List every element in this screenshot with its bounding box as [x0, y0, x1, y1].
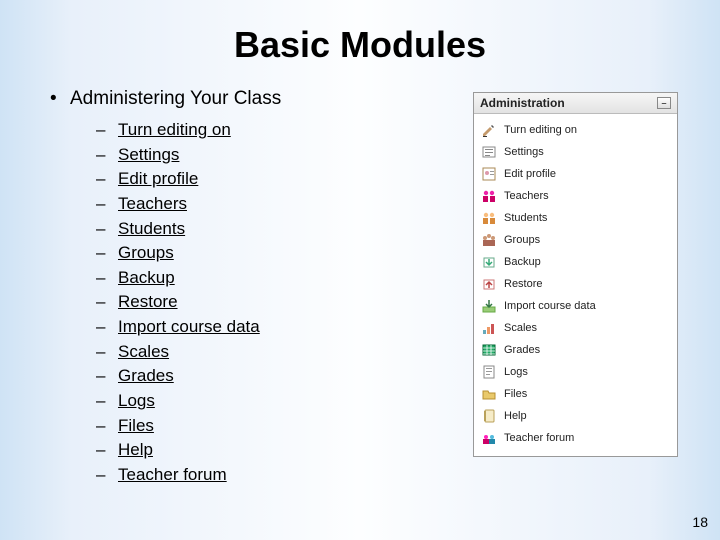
- admin-item-import[interactable]: Import course data: [481, 295, 670, 317]
- admin-item-backup[interactable]: Backup: [481, 251, 670, 273]
- admin-item-label: Edit profile: [504, 168, 670, 180]
- admin-item-teachers[interactable]: Teachers: [481, 185, 670, 207]
- list-item-label: Turn editing on: [118, 120, 231, 139]
- list-item: Students: [96, 217, 455, 242]
- admin-item-label: Settings: [504, 146, 670, 158]
- admin-item-edit-profile[interactable]: Edit profile: [481, 163, 670, 185]
- backup-icon: [481, 254, 497, 270]
- list-item: Turn editing on: [96, 118, 455, 143]
- admin-item-label: Students: [504, 212, 670, 224]
- admin-item-groups[interactable]: Groups: [481, 229, 670, 251]
- sub-item-list: Turn editing on Settings Edit profile Te…: [96, 118, 455, 488]
- list-item-label: Files: [118, 416, 154, 435]
- list-item-label: Import course data: [118, 317, 260, 336]
- list-item: Groups: [96, 241, 455, 266]
- admin-item-settings[interactable]: Settings: [481, 141, 670, 163]
- forum-icon: [481, 430, 497, 446]
- admin-item-logs[interactable]: Logs: [481, 361, 670, 383]
- list-item: Edit profile: [96, 167, 455, 192]
- list-item-label: Groups: [118, 243, 174, 262]
- admin-item-label: Files: [504, 388, 670, 400]
- list-item-label: Students: [118, 219, 185, 238]
- administration-panel: Administration – Turn editing on Setting…: [473, 92, 678, 457]
- admin-item-label: Turn editing on: [504, 124, 670, 136]
- admin-item-label: Grades: [504, 344, 670, 356]
- list-item-label: Help: [118, 440, 153, 459]
- list-item-label: Backup: [118, 268, 175, 287]
- admin-item-teacher-forum[interactable]: Teacher forum: [481, 427, 670, 449]
- admin-item-turn-editing-on[interactable]: Turn editing on: [481, 119, 670, 141]
- admin-item-label: Backup: [504, 256, 670, 268]
- list-item-label: Edit profile: [118, 169, 198, 188]
- list-item: Help: [96, 438, 455, 463]
- list-item-label: Logs: [118, 391, 155, 410]
- section-heading: Administering Your Class: [50, 88, 455, 110]
- list-item-label: Scales: [118, 342, 169, 361]
- admin-item-label: Help: [504, 410, 670, 422]
- admin-item-restore[interactable]: Restore: [481, 273, 670, 295]
- admin-item-label: Scales: [504, 322, 670, 334]
- list-item: Teachers: [96, 192, 455, 217]
- list-item-label: Grades: [118, 366, 174, 385]
- list-item: Settings: [96, 143, 455, 168]
- files-icon: [481, 386, 497, 402]
- slide-title: Basic Modules: [42, 24, 678, 66]
- list-item-label: Restore: [118, 292, 178, 311]
- students-icon: [481, 210, 497, 226]
- list-item: Files: [96, 414, 455, 439]
- admin-item-scales[interactable]: Scales: [481, 317, 670, 339]
- minimize-icon[interactable]: –: [657, 97, 671, 109]
- admin-item-grades[interactable]: Grades: [481, 339, 670, 361]
- list-item-label: Settings: [118, 145, 179, 164]
- logs-icon: [481, 364, 497, 380]
- list-item: Backup: [96, 266, 455, 291]
- grades-icon: [481, 342, 497, 358]
- admin-item-label: Groups: [504, 234, 670, 246]
- list-item: Restore: [96, 290, 455, 315]
- list-item-label: Teacher forum: [118, 465, 227, 484]
- list-item: Teacher forum: [96, 463, 455, 488]
- list-item-label: Teachers: [118, 194, 187, 213]
- help-icon: [481, 408, 497, 424]
- list-item: Logs: [96, 389, 455, 414]
- administration-panel-title: Administration: [480, 96, 565, 110]
- admin-item-label: Logs: [504, 366, 670, 378]
- admin-item-label: Teachers: [504, 190, 670, 202]
- admin-item-files[interactable]: Files: [481, 383, 670, 405]
- restore-icon: [481, 276, 497, 292]
- admin-item-students[interactable]: Students: [481, 207, 670, 229]
- admin-item-label: Restore: [504, 278, 670, 290]
- list-item: Scales: [96, 340, 455, 365]
- settings-icon: [481, 144, 497, 160]
- admin-item-label: Import course data: [504, 300, 670, 312]
- import-icon: [481, 298, 497, 314]
- admin-item-help[interactable]: Help: [481, 405, 670, 427]
- admin-item-label: Teacher forum: [504, 432, 670, 444]
- profile-icon: [481, 166, 497, 182]
- teachers-icon: [481, 188, 497, 204]
- edit-hand-icon: [481, 122, 497, 138]
- groups-icon: [481, 232, 497, 248]
- scales-icon: [481, 320, 497, 336]
- administration-panel-header: Administration –: [474, 93, 677, 114]
- list-item: Import course data: [96, 315, 455, 340]
- list-item: Grades: [96, 364, 455, 389]
- page-number: 18: [692, 514, 708, 530]
